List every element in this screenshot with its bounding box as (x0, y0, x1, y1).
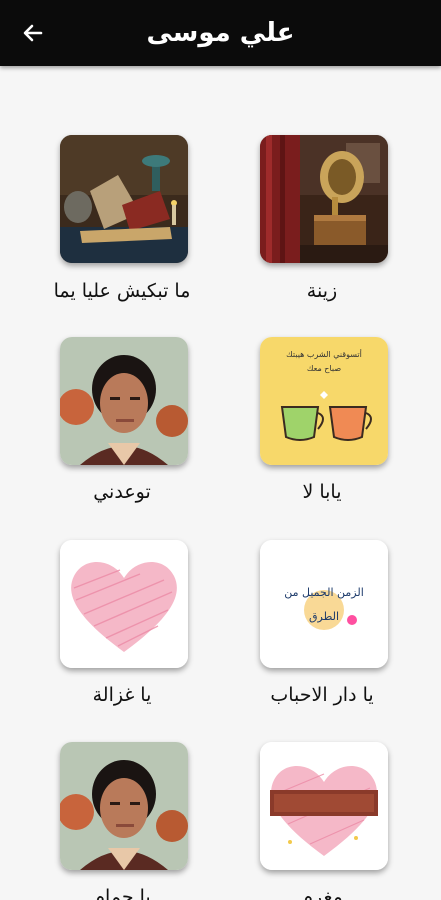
songs-grid: زينة ما تبكيش عليا يما أتسوقني الشرب هيب… (0, 66, 441, 900)
song-title: زينة (306, 280, 338, 302)
quote-card-text-2: الطرق (309, 610, 339, 623)
tea-cups-caption-1: أتسوقني الشرب هيبتك (286, 349, 362, 359)
song-card-tawadni[interactable]: توعدني (22, 301, 222, 531)
singer-portrait-image (60, 337, 188, 465)
singer-portrait-image (60, 742, 188, 870)
song-title: يا غزالة (92, 684, 152, 706)
still-life-image (60, 135, 188, 263)
song-title: ما تبكيش عليا يما (53, 280, 191, 302)
pink-heart-image (60, 540, 188, 668)
song-card-ya-ghazala[interactable]: يا غزالة (22, 504, 222, 734)
song-card-ya-dar-al-ahbab[interactable]: الزمن الجميل من الطرق يا دار الاحباب (222, 504, 422, 734)
tea-cups-caption-2: صباح معك (307, 364, 341, 373)
song-title: مغرم (301, 886, 343, 900)
song-title: يابا لا (302, 481, 342, 503)
back-button[interactable] (18, 18, 48, 48)
song-title: توعدني (93, 481, 151, 503)
heart-banner-image (260, 742, 388, 870)
song-title: يا دار الاحباب (270, 684, 374, 706)
song-card-ya-hamam[interactable]: يا حمام (22, 706, 222, 900)
song-card-mughram[interactable]: مغرم (222, 706, 422, 900)
quote-card-image: الزمن الجميل من الطرق (260, 540, 388, 668)
song-card-yaba-la[interactable]: أتسوقني الشرب هيبتك صباح معك يابا لا (222, 301, 422, 531)
arrow-left-icon (23, 24, 43, 42)
app-bar: علي موسى (0, 0, 441, 66)
quote-card-text-1: الزمن الجميل من (284, 586, 364, 599)
song-card-ma-tabkish[interactable]: ما تبكيش عليا يما (22, 66, 222, 302)
song-title: يا حمام (93, 886, 151, 900)
tea-cups-image: أتسوقني الشرب هيبتك صباح معك (260, 337, 388, 465)
gramophone-image (260, 135, 388, 263)
page-title: علي موسى (146, 18, 295, 48)
song-card-zina[interactable]: زينة (222, 66, 422, 302)
